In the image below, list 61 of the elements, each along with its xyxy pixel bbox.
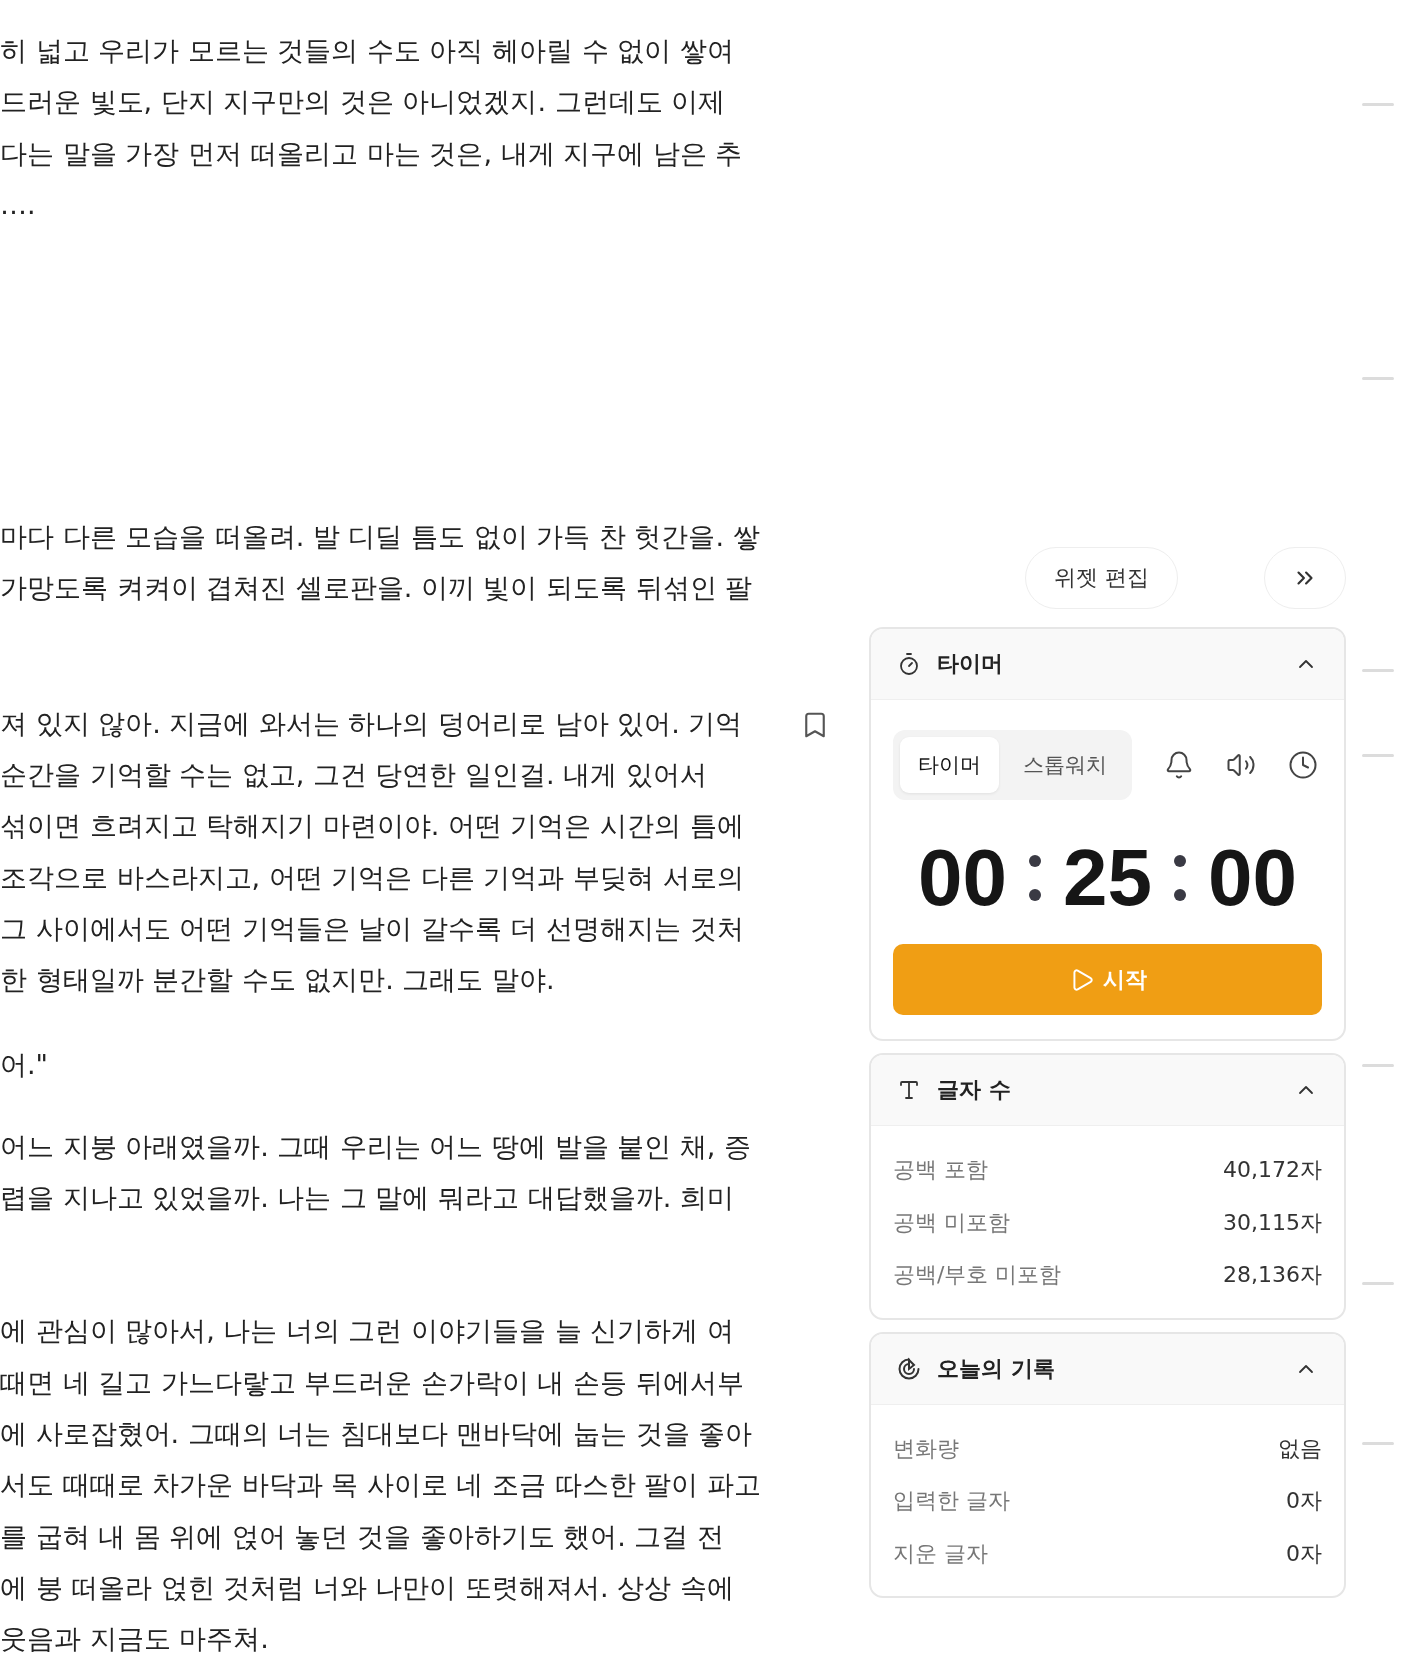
- manuscript-line: 드러운 빛도, 단지 지구만의 것은 아니었겠지. 그런데도 이제: [0, 85, 726, 120]
- manuscript-line: 다는 말을 가장 먼저 떠올리고 마는 것은, 내게 지구에 남은 추: [0, 136, 743, 171]
- manuscript-line: 마다 다른 모습을 떠올려. 발 디딜 틈도 없이 가득 찬 헛간을. 쌓: [0, 520, 760, 555]
- stat-value: 40,172자: [1223, 1156, 1322, 1185]
- mode-tab[interactable]: 스톱워치: [1005, 737, 1125, 793]
- outline-tick: [1362, 377, 1394, 380]
- stat-value: 0자: [1286, 1487, 1322, 1516]
- outline-tick: [1362, 103, 1394, 106]
- stat-label: 입력한 글자: [893, 1487, 1010, 1516]
- outline-tick: [1362, 669, 1394, 672]
- stat-value: 28,136자: [1223, 1261, 1322, 1290]
- manuscript-line: 서도 때때로 차가운 바닥과 목 사이로 네 조금 따스한 팔이 파고: [0, 1468, 761, 1503]
- widget-title: 타이머: [937, 650, 1004, 678]
- manuscript-line: 조각으로 바스라지고, 어떤 기억은 다른 기억과 부딪혀 서로의: [0, 860, 744, 895]
- manuscript-line: 어느 지붕 아래였을까. 그때 우리는 어느 땅에 발을 붙인 채, 증: [0, 1129, 751, 1164]
- stat-value: 30,115자: [1223, 1208, 1322, 1237]
- widget-header[interactable]: 글자 수: [871, 1055, 1344, 1126]
- manuscript-line: 히 넓고 우리가 모르는 것들의 수도 아직 헤아릴 수 없이 쌓여: [0, 34, 734, 68]
- manuscript-line: ….: [0, 187, 36, 222]
- stat-label: 공백/부호 미포함: [893, 1261, 1062, 1290]
- manuscript-line: 그 사이에서도 어떤 기억들은 날이 갈수록 더 선명해지는 것처: [0, 911, 744, 946]
- stat-value: 0자: [1286, 1539, 1322, 1568]
- timer-seconds: 00: [1208, 838, 1297, 918]
- manuscript-line: 에 붕 떠올라 얹힌 것처럼 너와 나만이 또렷해져서. 상상 속에: [0, 1570, 734, 1605]
- outline-tick: [1362, 1442, 1394, 1445]
- manuscript-line: 어.": [0, 1047, 48, 1082]
- stat-label: 공백 미포함: [893, 1208, 1010, 1237]
- manuscript-line: 웃음과 지금도 마주쳐.: [0, 1622, 269, 1657]
- manuscript-line: 순간을 기억할 수는 없고, 그건 당연한 일인걸. 내게 있어서: [0, 758, 707, 793]
- widget-title: 오늘의 기록: [937, 1354, 1056, 1383]
- colon-icon: [1029, 855, 1041, 901]
- start-label: 시작: [1102, 965, 1147, 994]
- widget-header[interactable]: 오늘의 기록: [871, 1333, 1344, 1405]
- manuscript-line: 가망도록 켜켜이 겹쳐진 셀로판을. 이끼 빛이 되도록 뒤섞인 팔: [0, 571, 753, 606]
- outline-tick: [1362, 1282, 1394, 1285]
- edit-widgets-button[interactable]: 위젯 편집: [1025, 547, 1178, 609]
- widget-header[interactable]: 타이머: [871, 629, 1344, 700]
- clock-icon[interactable]: [1288, 750, 1318, 780]
- timer-hours: 00: [918, 838, 1007, 918]
- target-icon: [897, 1356, 921, 1381]
- timer-minutes: 25: [1063, 838, 1152, 918]
- manuscript-line: 때면 네 길고 가느다랗고 부드러운 손가락이 내 손등 뒤에서부: [0, 1365, 744, 1400]
- outline-tick: [1362, 1064, 1394, 1067]
- stopwatch-icon: [897, 652, 921, 676]
- text-icon: [897, 1078, 921, 1102]
- mode-tab[interactable]: 타이머: [900, 737, 999, 793]
- stat-label: 지운 글자: [893, 1539, 988, 1568]
- manuscript-line: 져 있지 않아. 지금에 와서는 하나의 덩어리로 남아 있어. 기억: [0, 706, 743, 741]
- manuscript-line: 섞이면 흐려지고 탁해지기 마련이야. 어떤 기억은 시간의 틈에: [0, 809, 744, 844]
- manuscript-line: 에 관심이 많아서, 나는 너의 그런 이야기들을 늘 신기하게 여: [0, 1314, 734, 1349]
- stat-label: 변화량: [893, 1434, 959, 1463]
- manuscript-line: 를 굽혀 내 몸 위에 얹어 놓던 것을 좋아하기도 했어. 그걸 전: [0, 1519, 724, 1554]
- manuscript-line: 에 사로잡혔어. 그때의 너는 침대보다 맨바닥에 눕는 것을 좋아: [0, 1417, 753, 1452]
- outline-tick: [1362, 754, 1394, 757]
- manuscript-line: 렵을 지나고 있었을까. 나는 그 말에 뭐라고 대답했을까. 희미: [0, 1181, 734, 1216]
- manuscript-line: 한 형태일까 분간할 수도 없지만. 그래도 말야.: [0, 963, 555, 998]
- stat-value: 없음: [1278, 1434, 1322, 1463]
- bell-icon[interactable]: [1164, 750, 1194, 780]
- stat-label: 공백 포함: [893, 1156, 988, 1185]
- widget-title: 글자 수: [937, 1076, 1012, 1104]
- colon-icon: [1174, 855, 1186, 901]
